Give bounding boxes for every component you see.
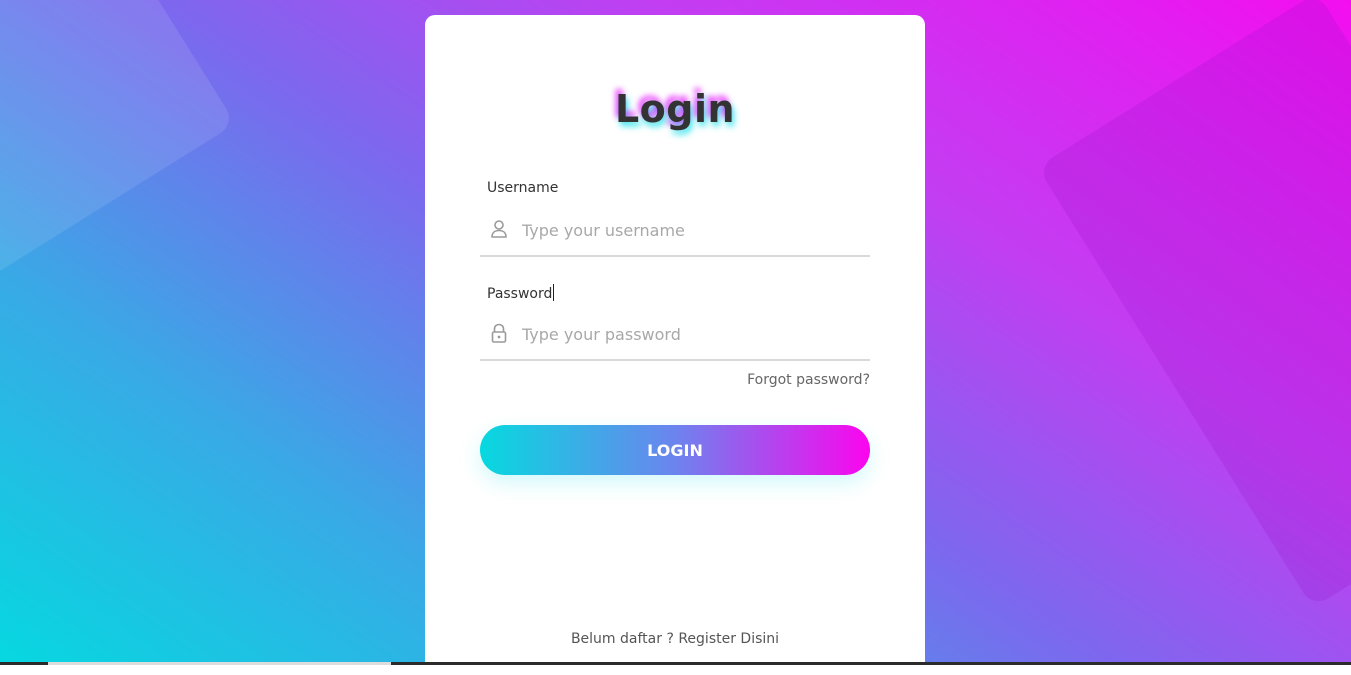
lock-icon: [490, 323, 508, 343]
page-title: Login: [614, 87, 736, 131]
text-cursor: [553, 284, 555, 301]
username-input[interactable]: [522, 215, 852, 245]
username-label: Username: [487, 180, 559, 196]
password-field: [480, 315, 870, 361]
password-label: Password: [487, 284, 555, 302]
login-button[interactable]: LOGIN: [480, 425, 870, 475]
user-icon: [490, 219, 508, 239]
username-field: [480, 211, 870, 257]
login-card: Login Username Password Forgot password?…: [425, 15, 925, 675]
register-link[interactable]: Belum daftar ? Register Disini: [425, 631, 925, 647]
password-label-text: Password: [487, 286, 553, 302]
decorative-shape-left: [0, 0, 236, 299]
forgot-password-link[interactable]: Forgot password?: [747, 372, 870, 388]
decorative-shape-right: [1037, 0, 1351, 608]
password-input[interactable]: [522, 319, 852, 349]
